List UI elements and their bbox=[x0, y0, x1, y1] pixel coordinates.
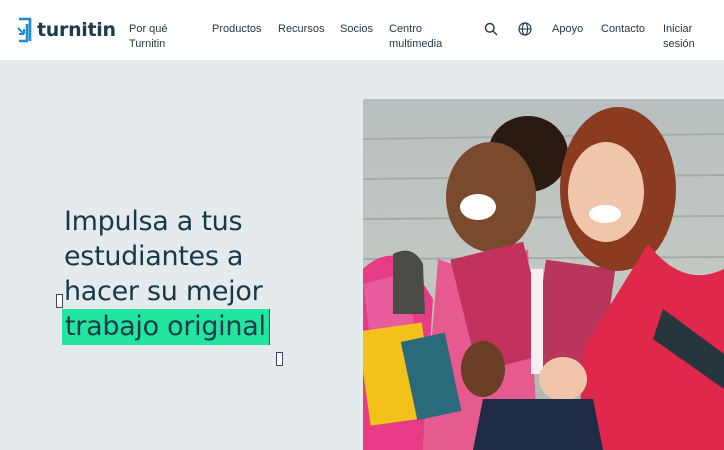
headline-line-1: Impulsa a tus bbox=[64, 206, 243, 237]
nav-item-support[interactable]: Apoyo bbox=[552, 22, 583, 37]
headline-highlight: trabajo original bbox=[62, 309, 270, 345]
top-navigation: turnitin Por qué Turnitin Productos Recu… bbox=[0, 0, 724, 60]
nav-item-partners[interactable]: Socios bbox=[340, 22, 373, 37]
login-line1: Iniciar bbox=[663, 23, 693, 35]
hero-headline: Impulsa a tus estudiantes a hacer su mej… bbox=[62, 204, 270, 345]
globe-icon[interactable] bbox=[518, 22, 532, 36]
students-laughing-with-books-photo bbox=[363, 99, 724, 450]
nav-item-media-line1: Centro bbox=[389, 23, 423, 35]
text-selection-start-handle[interactable] bbox=[56, 294, 63, 308]
hero-photo-illustration bbox=[363, 99, 724, 450]
nav-item-why-line2: Turnitin bbox=[129, 38, 166, 50]
headline-line-3: hacer su mejor bbox=[64, 276, 263, 307]
turnitin-logo[interactable]: turnitin bbox=[16, 15, 116, 45]
nav-item-why-line1: Por qué bbox=[129, 23, 168, 35]
nav-item-products[interactable]: Productos bbox=[212, 22, 262, 37]
nav-item-contact[interactable]: Contacto bbox=[601, 22, 645, 37]
nav-item-resources[interactable]: Recursos bbox=[278, 22, 324, 37]
nav-item-why-turnitin[interactable]: Por qué Turnitin bbox=[129, 22, 168, 52]
login-link[interactable]: Iniciar sesión bbox=[663, 22, 695, 52]
nav-item-media-center[interactable]: Centro multimedia bbox=[389, 22, 442, 52]
brand-name: turnitin bbox=[37, 19, 116, 41]
search-icon[interactable] bbox=[484, 22, 498, 36]
nav-item-media-line2: multimedia bbox=[389, 38, 443, 50]
turnitin-logo-icon bbox=[17, 17, 32, 43]
headline-line-2: estudiantes a bbox=[64, 241, 244, 272]
login-line2: sesión bbox=[663, 38, 695, 50]
text-selection-end-handle[interactable] bbox=[276, 352, 283, 366]
